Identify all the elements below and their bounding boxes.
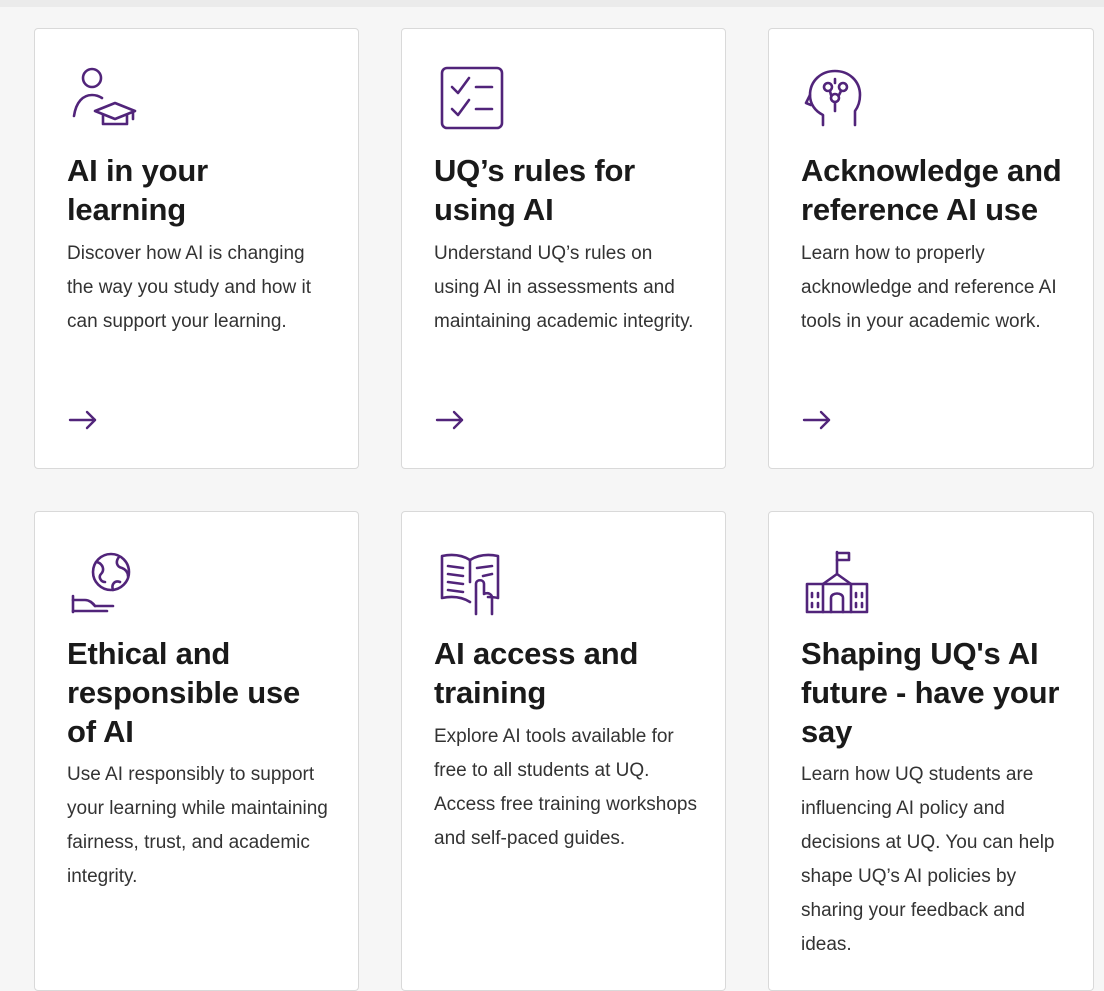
card-ethical-and-responsible-use[interactable]: Ethical and responsible use of AI Use AI… xyxy=(34,511,359,991)
card-description: Learn how UQ students are influencing AI… xyxy=(801,764,1055,955)
top-bar xyxy=(0,0,1104,7)
arrow-right-icon[interactable] xyxy=(67,403,101,437)
card-acknowledge-and-reference[interactable]: Acknowledge and reference AI use Learn h… xyxy=(768,28,1094,469)
card-description: Learn how to properly acknowledge and re… xyxy=(801,243,1057,332)
card-description: Explore AI tools available for free to a… xyxy=(434,726,697,849)
card-ai-access-and-training[interactable]: AI access and training Explore AI tools … xyxy=(401,511,726,991)
book-hand-icon xyxy=(434,548,504,618)
student-graduation-cap-icon xyxy=(67,65,137,135)
card-description: Understand UQ’s rules on using AI in ass… xyxy=(434,243,694,332)
card-title: Ethical and responsible use of AI xyxy=(67,636,301,749)
card-title: UQ’s rules for using AI xyxy=(434,153,636,227)
card-description: Use AI responsibly to support your learn… xyxy=(67,764,328,887)
school-building-icon xyxy=(801,548,871,618)
card-title: AI in your learning xyxy=(67,153,208,227)
arrow-right-icon[interactable] xyxy=(434,403,468,437)
card-shaping-uq-ai-future[interactable]: Shaping UQ's AI future - have your say L… xyxy=(768,511,1094,991)
brain-head-icon xyxy=(801,65,871,135)
card-title: AI access and training xyxy=(434,636,639,710)
checklist-icon xyxy=(434,65,504,135)
card-uq-rules-for-using-ai[interactable]: UQ’s rules for using AI Understand UQ’s … xyxy=(401,28,726,469)
card-title: Acknowledge and reference AI use xyxy=(801,153,1062,227)
hand-globe-icon xyxy=(67,548,137,618)
card-title: Shaping UQ's AI future - have your say xyxy=(801,636,1060,749)
card-description: Discover how AI is changing the way you … xyxy=(67,243,311,332)
card-ai-in-your-learning[interactable]: AI in your learning Discover how AI is c… xyxy=(34,28,359,469)
arrow-right-icon[interactable] xyxy=(801,403,835,437)
